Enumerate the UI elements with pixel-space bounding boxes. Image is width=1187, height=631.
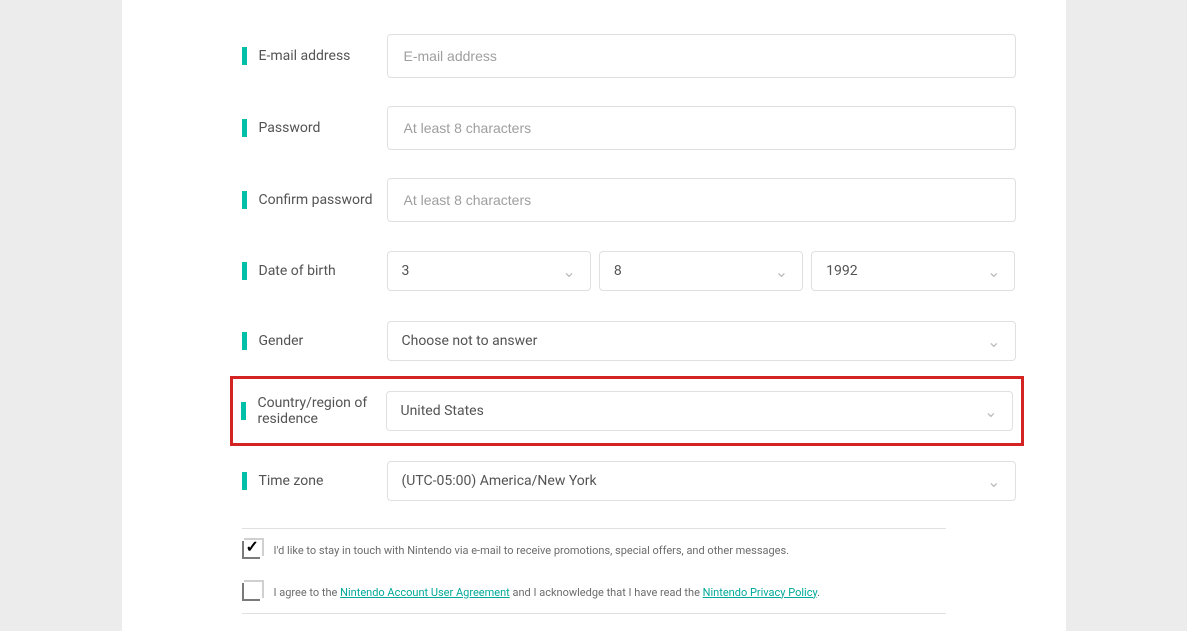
chevron-down-icon: ⌄ [562,262,575,281]
password-input[interactable] [387,106,1016,150]
timezone-select[interactable]: (UTC-05:00) America/New York ⌄ [387,461,1016,501]
agreement-checkbox[interactable] [242,583,260,601]
privacy-policy-link[interactable]: Nintendo Privacy Policy [703,586,817,599]
timezone-label: Time zone [259,473,324,489]
agreement-after: . [817,586,820,599]
chevron-down-icon: ⌄ [775,262,788,281]
accent-bar [242,47,247,65]
agreement-check-row: I agree to the Nintendo Account User Agr… [242,571,946,613]
dob-label: Date of birth [259,263,336,279]
country-row: Country/region of residence United State… [230,376,1024,446]
country-field-col: United States ⌄ [386,391,1013,431]
chevron-down-icon: ⌄ [987,472,1000,491]
divider [242,613,946,614]
dob-day-value: 8 [614,263,622,279]
confirm-label: Confirm password [259,192,373,208]
confirm-label-col: Confirm password [122,191,387,209]
password-field-col [387,106,1066,150]
country-label-col: Country/region of residence [233,395,386,427]
email-label-col: E-mail address [122,47,387,65]
agreement-before: I agree to the [274,586,341,599]
timezone-field-col: (UTC-05:00) America/New York ⌄ [387,461,1066,501]
gender-field-col: Choose not to answer ⌄ [387,321,1066,361]
chevron-down-icon: ⌄ [984,402,997,421]
timezone-row: Time zone (UTC-05:00) America/New York ⌄ [122,446,1066,516]
timezone-label-col: Time zone [122,472,387,490]
dob-field-col: 3 ⌄ 8 ⌄ 1992 ⌄ [387,251,1066,291]
form-panel: E-mail address Password Confirm password… [122,0,1066,631]
chevron-down-icon: ⌄ [987,332,1000,351]
dob-label-col: Date of birth [122,262,387,280]
agreement-mid: and I acknowledge that I have read the [510,586,703,599]
timezone-value: (UTC-05:00) America/New York [402,473,597,489]
gender-row: Gender Choose not to answer ⌄ [122,306,1066,376]
chevron-down-icon: ⌄ [987,262,1000,281]
dob-year-select[interactable]: 1992 ⌄ [811,251,1015,291]
confirm-row: Confirm password [122,164,1066,236]
dob-day-select[interactable]: 8 ⌄ [599,251,803,291]
gender-select[interactable]: Choose not to answer ⌄ [387,321,1016,361]
gender-label: Gender [259,333,304,349]
agreement-text: I agree to the Nintendo Account User Agr… [274,586,821,599]
country-value: United States [401,403,484,419]
dob-month-select[interactable]: 3 ⌄ [387,251,591,291]
accent-bar [242,191,247,209]
accent-bar [242,472,247,490]
password-label: Password [259,120,321,136]
email-field-col [387,34,1066,78]
marketing-text: I'd like to stay in touch with Nintendo … [274,544,790,557]
country-select[interactable]: United States ⌄ [386,391,1013,431]
confirm-input[interactable] [387,178,1016,222]
password-row: Password [122,92,1066,164]
password-label-col: Password [122,119,387,137]
gender-label-col: Gender [122,332,387,350]
accent-bar [241,402,246,420]
dob-row: Date of birth 3 ⌄ 8 ⌄ 1992 ⌄ [122,236,1066,306]
country-label: Country/region of residence [258,395,386,427]
email-row: E-mail address [122,20,1066,92]
marketing-check-row: I'd like to stay in touch with Nintendo … [242,529,946,571]
accent-bar [242,262,247,280]
user-agreement-link[interactable]: Nintendo Account User Agreement [340,586,510,599]
confirm-field-col [387,178,1066,222]
email-input[interactable] [387,34,1016,78]
dob-month-value: 3 [402,263,410,279]
accent-bar [242,332,247,350]
checkbox-section: I'd like to stay in touch with Nintendo … [242,528,946,614]
gender-value: Choose not to answer [402,333,538,349]
email-label: E-mail address [259,48,351,64]
marketing-checkbox[interactable] [242,541,260,559]
dob-year-value: 1992 [826,263,857,279]
accent-bar [242,119,247,137]
